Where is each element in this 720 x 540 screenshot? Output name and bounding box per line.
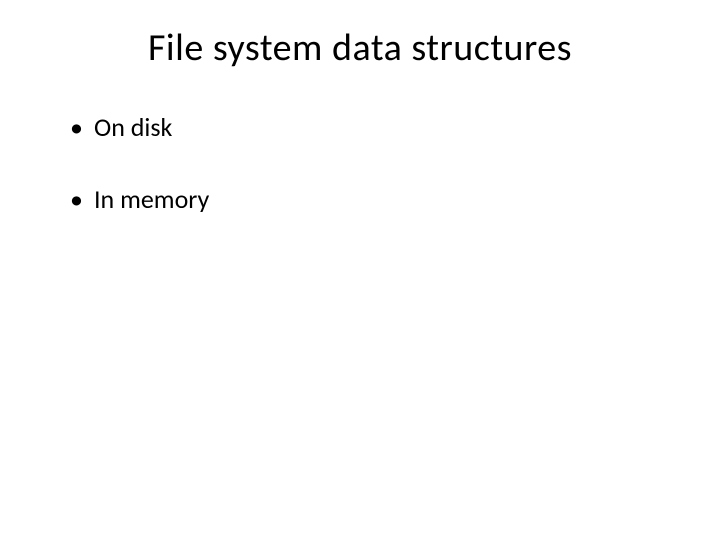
slide-title: File system data structures — [50, 25, 670, 71]
list-item: In memory — [70, 183, 670, 215]
slide-container: File system data structures On disk In m… — [0, 0, 720, 540]
list-item: On disk — [70, 111, 670, 143]
bullet-list: On disk In memory — [50, 111, 670, 215]
